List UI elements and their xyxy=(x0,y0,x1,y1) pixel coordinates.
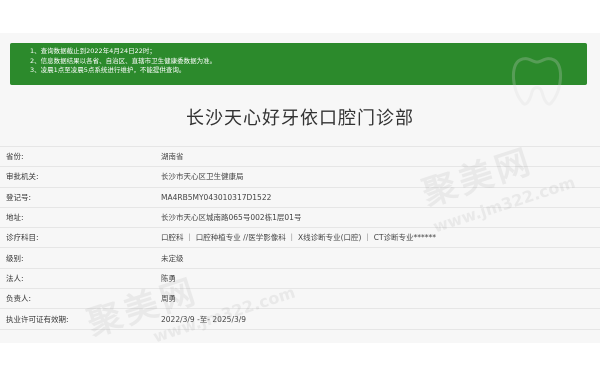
row-value: 未定级 xyxy=(151,247,600,269)
table-row: 地址: 长沙市天心区城南路065号002栋1层01号 xyxy=(0,206,600,228)
row-label: 审批机关: xyxy=(0,166,151,188)
row-value: 陈勇 xyxy=(151,267,600,289)
row-value: 湖南省 xyxy=(151,145,600,167)
row-value: 周勇 xyxy=(151,288,600,309)
info-table: 省份: 湖南省 审批机关: 长沙市天心区卫生健康局 登记号: MA4RB5MY0… xyxy=(0,145,600,330)
tooth-logo-watermark-icon xyxy=(512,57,562,106)
row-label: 登记号: xyxy=(0,186,151,208)
row-label: 执业许可证有效期: xyxy=(0,308,151,330)
page: 1、查询数据截止到2022年4月24日22时； 2、信息数据结果以各省、自治区、… xyxy=(0,0,600,375)
table-row: 负责人: 周勇 xyxy=(0,288,600,309)
row-label: 级别: xyxy=(0,247,151,269)
row-value: 长沙市天心区城南路065号002栋1层01号 xyxy=(151,206,600,228)
table-row: 登记号: MA4RB5MY043010317D1522 xyxy=(0,186,600,208)
row-label: 负责人: xyxy=(0,288,151,309)
row-label: 省份: xyxy=(0,145,151,167)
row-label: 法人: xyxy=(0,267,151,289)
table-row: 审批机关: 长沙市天心区卫生健康局 xyxy=(0,166,600,188)
row-value: 口腔科 ｜ 口腔种植专业 //医学影像科 ｜ X线诊断专业(口腔) ｜ CT诊断… xyxy=(151,227,600,248)
row-value: MA4RB5MY043010317D1522 xyxy=(151,186,600,208)
row-value: 长沙市天心区卫生健康局 xyxy=(151,166,600,188)
row-value: 2022/3/9 -至- 2025/3/9 xyxy=(151,308,600,330)
table-row: 级别: 未定级 xyxy=(0,247,600,269)
row-label: 地址: xyxy=(0,206,151,228)
table-row: 省份: 湖南省 xyxy=(0,145,600,167)
row-label: 诊疗科目: xyxy=(0,227,151,248)
table-row: 执业许可证有效期: 2022/3/9 -至- 2025/3/9 xyxy=(0,308,600,330)
table-row: 诊疗科目: 口腔科 ｜ 口腔种植专业 //医学影像科 ｜ X线诊断专业(口腔) … xyxy=(0,227,600,248)
table-row: 法人: 陈勇 xyxy=(0,267,600,289)
